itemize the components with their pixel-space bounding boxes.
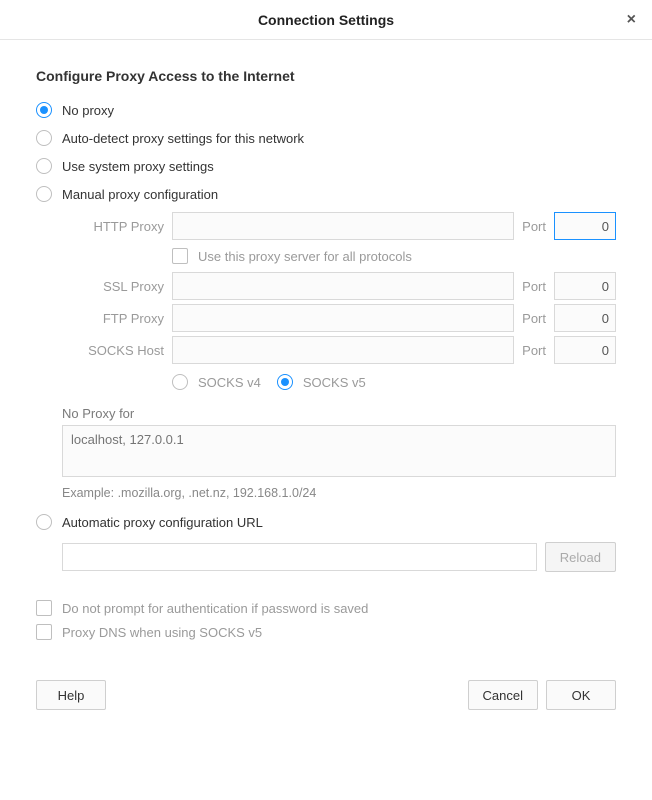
radio-label: No proxy [62,103,114,118]
radio-auto-url[interactable]: Automatic proxy configuration URL [36,508,616,536]
connection-settings-dialog: Connection Settings × Configure Proxy Ac… [0,0,652,734]
dialog-title: Connection Settings [258,12,394,28]
radio-icon [36,514,52,530]
radio-icon [277,374,293,390]
no-prompt-auth-row[interactable]: Do not prompt for authentication if pass… [36,596,616,620]
proxy-dns-row[interactable]: Proxy DNS when using SOCKS v5 [36,620,616,644]
checkbox-icon [36,600,52,616]
radio-icon [36,158,52,174]
dialog-titlebar: Connection Settings × [0,0,652,40]
ftp-proxy-input[interactable] [172,304,514,332]
socks-v5-label: SOCKS v5 [303,375,366,390]
ssl-proxy-row: SSL Proxy Port [62,272,616,300]
radio-socks-v4[interactable]: SOCKS v4 [172,374,261,390]
ftp-port-input[interactable] [554,304,616,332]
socks-port-input[interactable] [554,336,616,364]
manual-proxy-section: HTTP Proxy Port Use this proxy server fo… [62,212,616,500]
close-icon[interactable]: × [623,0,640,40]
http-proxy-input[interactable] [172,212,514,240]
checkbox-icon [172,248,188,264]
http-proxy-label: HTTP Proxy [62,219,172,234]
radio-socks-v5[interactable]: SOCKS v5 [277,374,366,390]
radio-system[interactable]: Use system proxy settings [36,152,616,180]
proxy-dns-label: Proxy DNS when using SOCKS v5 [62,625,262,640]
socks-host-input[interactable] [172,336,514,364]
radio-label: Manual proxy configuration [62,187,218,202]
socks-version-row: SOCKS v4 SOCKS v5 [172,368,616,396]
no-proxy-example: Example: .mozilla.org, .net.nz, 192.168.… [62,486,616,500]
radio-icon [36,130,52,146]
auto-url-row: Reload [62,542,616,572]
port-label: Port [514,311,554,326]
ftp-proxy-label: FTP Proxy [62,311,172,326]
radio-label: Use system proxy settings [62,159,214,174]
port-label: Port [514,279,554,294]
dialog-body: Configure Proxy Access to the Internet N… [0,40,652,664]
auto-url-input[interactable] [62,543,537,571]
ftp-proxy-row: FTP Proxy Port [62,304,616,332]
socks-host-label: SOCKS Host [62,343,172,358]
no-proxy-for-label: No Proxy for [62,406,616,421]
http-proxy-row: HTTP Proxy Port [62,212,616,240]
radio-no-proxy[interactable]: No proxy [36,96,616,124]
radio-label: Auto-detect proxy settings for this netw… [62,131,304,146]
ssl-port-input[interactable] [554,272,616,300]
no-prompt-auth-label: Do not prompt for authentication if pass… [62,601,368,616]
radio-icon [36,102,52,118]
radio-label: Automatic proxy configuration URL [62,515,263,530]
no-proxy-for-block: No Proxy for Example: .mozilla.org, .net… [62,406,616,500]
ok-button[interactable]: OK [546,680,616,710]
port-label: Port [514,219,554,234]
share-proxy-label: Use this proxy server for all protocols [198,249,412,264]
ssl-proxy-label: SSL Proxy [62,279,172,294]
section-heading: Configure Proxy Access to the Internet [36,68,616,84]
reload-button[interactable]: Reload [545,542,616,572]
radio-icon [36,186,52,202]
share-proxy-row[interactable]: Use this proxy server for all protocols [172,244,616,268]
radio-auto-detect[interactable]: Auto-detect proxy settings for this netw… [36,124,616,152]
footer-right: Cancel OK [468,680,616,710]
no-proxy-for-textarea[interactable] [62,425,616,477]
bottom-checks: Do not prompt for authentication if pass… [36,596,616,644]
checkbox-icon [36,624,52,640]
socks-host-row: SOCKS Host Port [62,336,616,364]
radio-manual[interactable]: Manual proxy configuration [36,180,616,208]
http-port-input[interactable] [554,212,616,240]
radio-icon [172,374,188,390]
cancel-button[interactable]: Cancel [468,680,538,710]
ssl-proxy-input[interactable] [172,272,514,300]
port-label: Port [514,343,554,358]
dialog-footer: Help Cancel OK [0,664,652,734]
help-button[interactable]: Help [36,680,106,710]
socks-v4-label: SOCKS v4 [198,375,261,390]
